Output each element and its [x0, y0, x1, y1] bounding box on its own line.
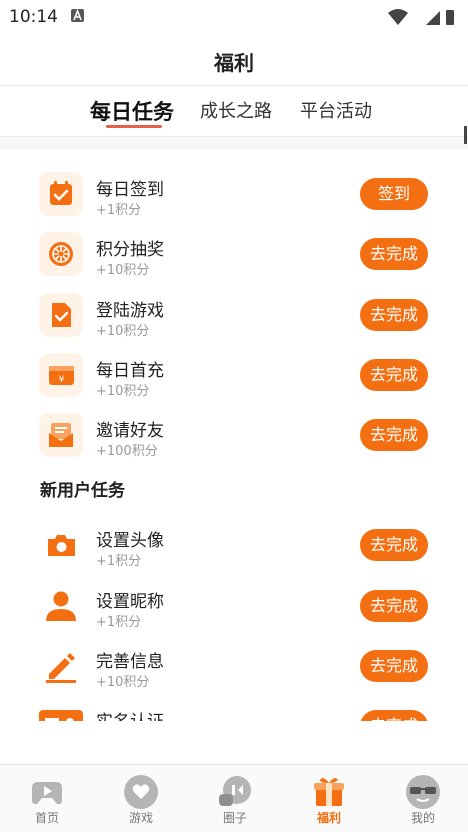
edge-marker: [464, 126, 467, 144]
heart-chat-icon: [124, 775, 158, 809]
task-reward: +10积分: [96, 324, 150, 339]
task-reward: +1积分: [96, 615, 142, 630]
task-name: 积分抽奖: [96, 240, 164, 260]
svg-text:¥: ¥: [59, 375, 65, 385]
go-complete-button[interactable]: 去完成: [360, 238, 428, 270]
tab-bar: 每日任务 成长之路 平台活动: [0, 87, 468, 137]
task-list[interactable]: 每日签到 +1积分 签到 积分抽奖 +10积分 去完成 登陆游戏 +10积分 去…: [0, 149, 468, 721]
status-bar: 10:14: [0, 0, 468, 34]
go-complete-button[interactable]: 去完成: [360, 650, 428, 682]
task-row: 设置昵称 +1积分 去完成: [0, 577, 468, 637]
task-reward: +1积分: [96, 554, 142, 569]
go-complete-button[interactable]: 去完成: [360, 529, 428, 561]
tab-daily-tasks[interactable]: 每日任务: [90, 96, 174, 126]
document-check-icon: [39, 293, 83, 337]
task-row: 实名认证 去完成: [0, 697, 468, 721]
task-reward: +10积分: [96, 263, 150, 278]
gift-icon: [314, 778, 344, 806]
go-complete-button[interactable]: 去完成: [360, 419, 428, 451]
task-reward: +10积分: [96, 675, 150, 690]
gamepad-icon: [32, 782, 62, 805]
task-name: 实名认证: [96, 707, 164, 721]
task-name: 登陆游戏: [96, 301, 164, 321]
go-complete-button[interactable]: 去完成: [360, 359, 428, 391]
nav-label: 游戏: [128, 811, 153, 825]
wallet-yen-icon: ¥: [39, 353, 83, 397]
nav-label: 福利: [316, 811, 341, 825]
task-name: 每日首充: [96, 361, 164, 381]
tab-growth-path[interactable]: 成长之路: [200, 97, 272, 123]
task-row: 设置头像 +1积分 去完成: [0, 516, 468, 576]
task-row: 邀请好友 +100积分 去完成: [0, 406, 468, 466]
new-user-section-title: 新用户任务: [40, 481, 125, 501]
id-card-icon: [39, 704, 83, 721]
task-reward: +100积分: [96, 444, 158, 459]
edit-pen-icon: [39, 644, 83, 688]
title-bar: 福利: [0, 34, 468, 86]
bottom-nav: 首页 游戏 圈子 福利 我的: [0, 764, 468, 832]
notification-a-icon: [71, 9, 84, 22]
task-name: 设置头像: [96, 531, 164, 551]
task-row: 积分抽奖 +10积分 去完成: [0, 225, 468, 285]
camera-icon: [39, 523, 83, 567]
nav-item-community[interactable]: 圈子: [188, 765, 282, 832]
task-name: 每日签到: [96, 180, 164, 200]
status-signal-icons: [388, 9, 454, 25]
tab-platform-events[interactable]: 平台活动: [300, 97, 372, 123]
nav-label: 我的: [410, 811, 435, 825]
nav-item-games[interactable]: 游戏: [94, 765, 188, 832]
circle-chat-icon: [219, 776, 251, 806]
nav-item-home[interactable]: 首页: [0, 765, 94, 832]
nav-label: 圈子: [222, 811, 247, 825]
task-row: 登陆游戏 +10积分 去完成: [0, 286, 468, 346]
task-name: 邀请好友: [96, 421, 164, 441]
task-name: 设置昵称: [96, 592, 164, 612]
section-divider: [0, 137, 468, 149]
lottery-wheel-icon: [39, 232, 83, 276]
task-row: ¥ 每日首充 +10积分 去完成: [0, 346, 468, 406]
go-complete-button[interactable]: 去完成: [360, 299, 428, 331]
nav-item-welfare[interactable]: 福利: [282, 765, 376, 832]
go-complete-button[interactable]: 去完成: [360, 710, 428, 721]
task-row: 每日签到 +1积分 签到: [0, 165, 468, 225]
user-icon: [39, 584, 83, 628]
status-time: 10:14: [9, 7, 58, 27]
go-complete-button[interactable]: 去完成: [360, 590, 428, 622]
task-reward: +10积分: [96, 384, 150, 399]
task-row: 完善信息 +10积分 去完成: [0, 637, 468, 697]
page-title: 福利: [214, 51, 254, 75]
check-in-button[interactable]: 签到: [360, 178, 428, 210]
active-tab-indicator: [106, 125, 162, 128]
task-name: 完善信息: [96, 652, 164, 672]
nav-label: 首页: [34, 811, 59, 825]
invite-mail-icon: [39, 413, 83, 457]
nav-item-profile[interactable]: 我的: [376, 765, 468, 832]
calendar-check-icon: [39, 172, 83, 216]
task-reward: +1积分: [96, 203, 142, 218]
sunglasses-face-icon: [406, 775, 440, 809]
